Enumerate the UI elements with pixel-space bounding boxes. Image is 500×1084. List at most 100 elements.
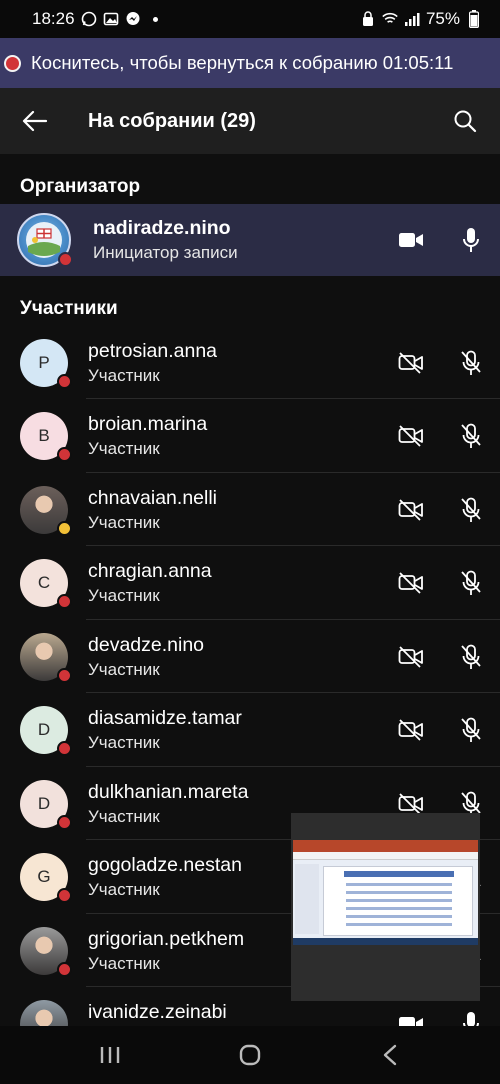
participant-info: devadze.nino Участник bbox=[88, 632, 398, 682]
organization-logo-icon bbox=[26, 222, 62, 258]
camera-off-icon bbox=[398, 497, 424, 523]
avatar-initial: P bbox=[38, 352, 50, 372]
participant-name: dulkhanian.mareta bbox=[88, 780, 249, 803]
return-to-meeting-text: Коснитесь, чтобы вернуться к собранию 01… bbox=[31, 52, 454, 73]
recents-icon[interactable] bbox=[80, 1026, 140, 1084]
wifi-icon bbox=[382, 11, 398, 27]
avatar bbox=[20, 632, 72, 683]
participant-info: chragian.anna Участник bbox=[88, 558, 398, 608]
status-bar: 18:26 75% bbox=[0, 0, 500, 38]
avatar bbox=[17, 213, 73, 267]
status-time: 18:26 bbox=[32, 9, 75, 28]
camera-off-icon bbox=[398, 644, 424, 670]
mic-off-icon bbox=[458, 644, 484, 670]
participant-info: broian.marina Участник bbox=[88, 411, 398, 461]
camera-on-icon bbox=[398, 227, 424, 253]
avatar-initial: B bbox=[38, 426, 50, 445]
mic-off-icon bbox=[458, 570, 484, 596]
participant-media-status bbox=[398, 717, 484, 743]
avatar: G bbox=[20, 853, 72, 903]
participant-media-status bbox=[398, 350, 484, 376]
battery-percent: 75% bbox=[425, 9, 460, 28]
presence-busy-indicator bbox=[57, 888, 72, 903]
participant-media-status bbox=[398, 644, 484, 670]
mic-off-icon bbox=[458, 350, 484, 376]
camera-off-icon bbox=[398, 350, 424, 376]
mic-off-icon bbox=[458, 497, 484, 523]
avatar: P bbox=[20, 338, 72, 389]
participant-name: broian.marina bbox=[88, 413, 208, 435]
messenger-icon bbox=[125, 11, 141, 27]
participant-role: Участник bbox=[88, 365, 160, 385]
camera-off-icon bbox=[398, 570, 424, 596]
avatar: D bbox=[20, 706, 72, 756]
participant-row[interactable]: devadze.nino Участник bbox=[0, 620, 500, 693]
participant-role: Участник bbox=[88, 733, 160, 752]
return-to-meeting-banner[interactable]: Коснитесь, чтобы вернуться к собранию 01… bbox=[0, 38, 500, 88]
avatar: C bbox=[20, 559, 72, 609]
participant-name: chragian.anna bbox=[88, 560, 212, 582]
avatar: D bbox=[20, 779, 72, 830]
presence-busy-indicator bbox=[57, 667, 72, 683]
participant-row[interactable]: Ppetrosian.anna Участник bbox=[0, 326, 500, 399]
presence-busy-indicator bbox=[58, 252, 73, 267]
presence-busy-indicator bbox=[57, 961, 72, 977]
organizer-media-status bbox=[398, 227, 484, 253]
participant-role: Участник bbox=[88, 439, 160, 458]
avatar bbox=[20, 485, 72, 536]
battery-icon bbox=[466, 10, 482, 28]
avatar bbox=[20, 926, 72, 977]
whatsapp-icon bbox=[81, 11, 97, 27]
participants-section-title: Участники bbox=[20, 298, 118, 319]
mic-on-icon bbox=[458, 227, 484, 253]
camera-off-icon bbox=[398, 423, 424, 449]
participant-row[interactable]: chnavaian.nelli Участник bbox=[0, 473, 500, 546]
organizer-role: Инициатор записи bbox=[93, 243, 238, 262]
back-icon[interactable] bbox=[360, 1026, 420, 1084]
mic-off-icon bbox=[458, 423, 484, 449]
floating-meeting-video[interactable] bbox=[291, 813, 480, 1001]
presence-busy-indicator bbox=[57, 814, 72, 830]
organizer-name: nadiradze.nino bbox=[93, 217, 231, 239]
organizer-row[interactable]: nadiradze.nino Инициатор записи bbox=[0, 204, 500, 276]
participant-media-status bbox=[398, 570, 484, 596]
back-arrow-icon[interactable] bbox=[0, 88, 70, 154]
presence-away-indicator bbox=[57, 520, 72, 536]
participant-row[interactable]: Ddiasamidze.tamar Участник bbox=[0, 694, 500, 767]
screen-share-thumbnail bbox=[293, 840, 478, 945]
avatar: B bbox=[20, 412, 72, 462]
participant-role: Участник bbox=[88, 659, 160, 679]
participant-info: chnavaian.nelli Участник bbox=[88, 485, 398, 535]
camera-off-icon bbox=[398, 717, 424, 743]
avatar-initial: G bbox=[37, 867, 51, 886]
avatar-initial: C bbox=[37, 573, 51, 592]
organizer-section-title: Организатор bbox=[20, 176, 141, 197]
app-bar: На собрании (29) bbox=[0, 88, 500, 154]
participant-row[interactable]: Cchragian.anna Участник bbox=[0, 547, 500, 620]
lock-battery-icon bbox=[360, 11, 376, 27]
participant-row[interactable]: Bbroian.marina Участник bbox=[0, 400, 500, 473]
system-nav-bar bbox=[0, 1026, 500, 1084]
avatar-initial: D bbox=[37, 720, 51, 739]
participant-info: diasamidze.tamar Участник bbox=[88, 705, 398, 755]
participant-media-status bbox=[398, 497, 484, 523]
participant-name: diasamidze.tamar bbox=[88, 707, 242, 729]
presence-busy-indicator bbox=[57, 447, 72, 462]
participant-name: ivanidze.zeinabi bbox=[88, 1001, 227, 1023]
participant-name: chnavaian.nelli bbox=[88, 486, 218, 509]
page-title: На собрании (29) bbox=[88, 109, 256, 132]
presence-busy-indicator bbox=[57, 373, 72, 389]
presence-busy-indicator bbox=[57, 594, 72, 609]
mic-off-icon bbox=[458, 717, 484, 743]
avatar-initial: D bbox=[37, 793, 51, 813]
organizer-info: nadiradze.nino Инициатор записи bbox=[93, 215, 398, 265]
participant-info: petrosian.anna Участник bbox=[88, 338, 398, 388]
participant-media-status bbox=[398, 423, 484, 449]
signal-icon bbox=[404, 11, 420, 27]
search-icon[interactable] bbox=[430, 88, 500, 154]
presence-busy-indicator bbox=[57, 741, 72, 756]
home-icon[interactable] bbox=[220, 1026, 280, 1084]
participant-role: Участник bbox=[88, 512, 160, 532]
participant-name: petrosian.anna bbox=[88, 339, 218, 362]
gallery-icon bbox=[103, 11, 119, 27]
